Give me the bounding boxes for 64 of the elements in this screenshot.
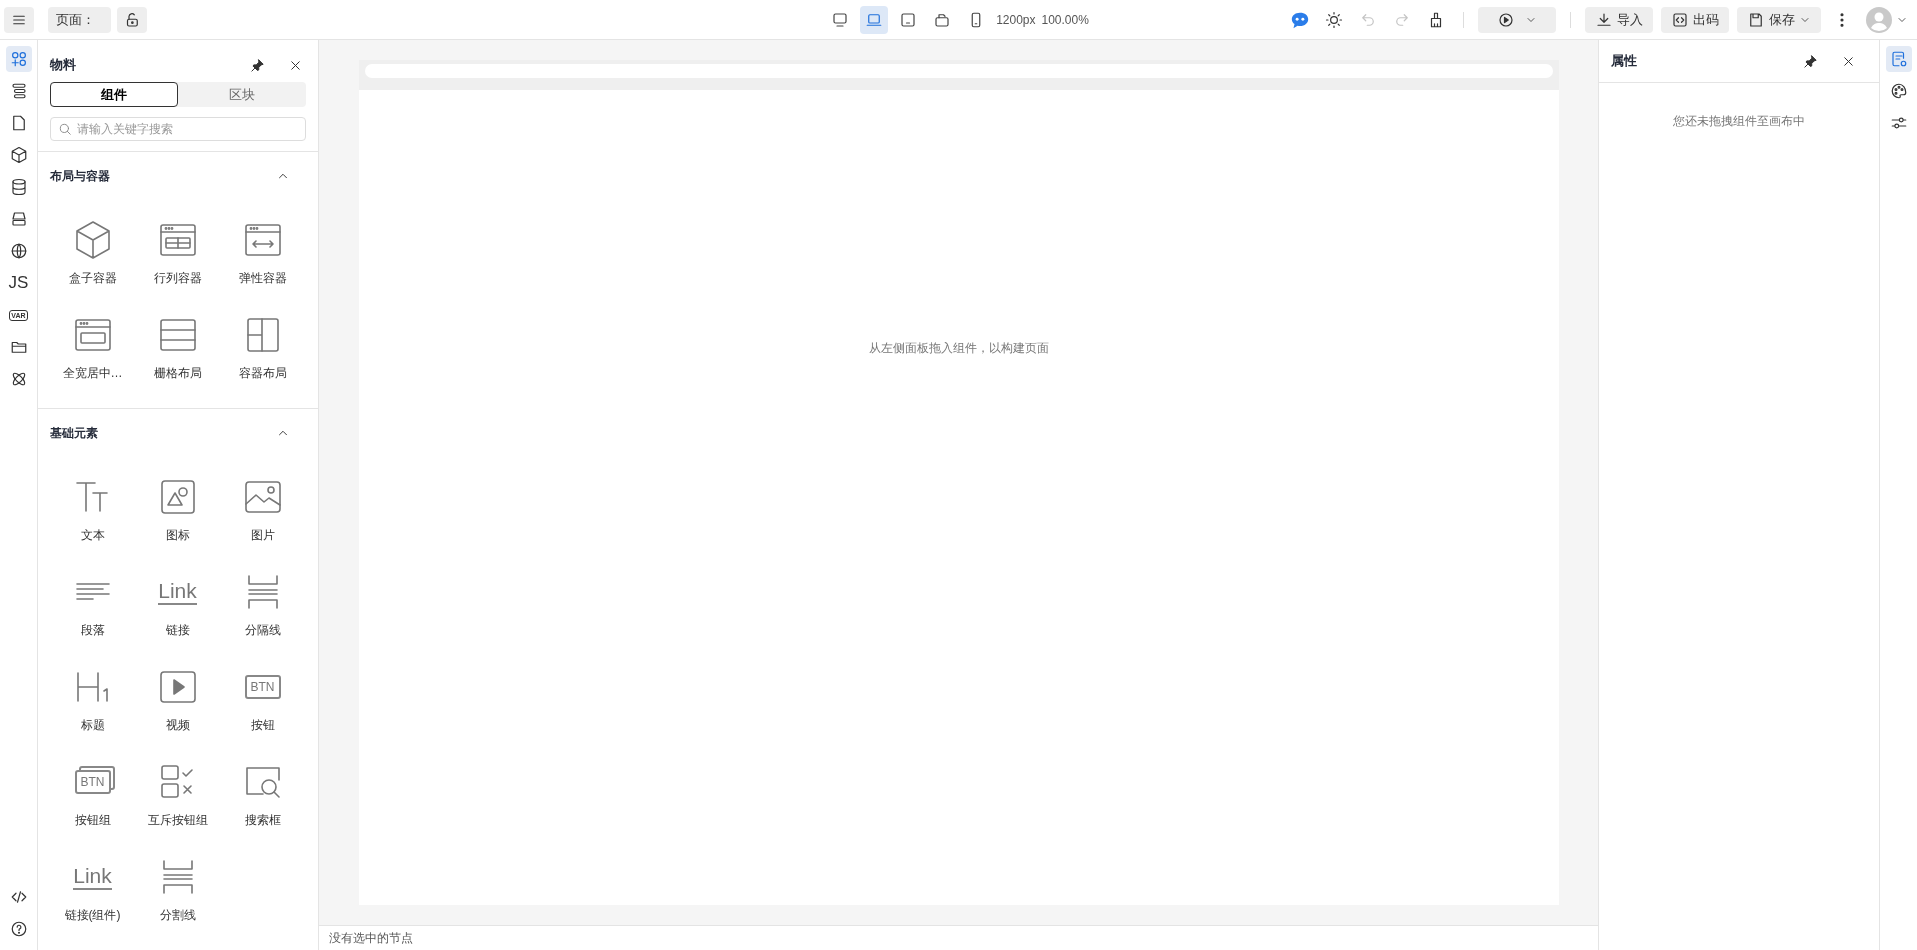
search-field[interactable]: 请输入关键字搜索 (50, 117, 306, 141)
empty-hint: 您还未拖拽组件至画布中 (1672, 113, 1806, 130)
chat-bot-icon (1290, 10, 1310, 29)
help-icon (9, 920, 28, 938)
palette-icon (1889, 82, 1908, 100)
component-item[interactable]: 分割线 (135, 851, 220, 928)
code-icon (9, 888, 28, 906)
components-icon (9, 50, 28, 68)
more-icon (1840, 10, 1844, 29)
component-item[interactable]: 文本 (50, 471, 135, 548)
component-item[interactable]: 弹性容器 (220, 214, 305, 291)
component-item[interactable]: 容器布局 (220, 309, 305, 386)
component-item[interactable]: 图标 (135, 471, 220, 548)
component-item[interactable]: BTN 按钮组 (50, 756, 135, 833)
component-item[interactable]: 全宽居中… (50, 309, 135, 386)
toolbar-button[interactable]: 导入 (1585, 6, 1653, 33)
component-item[interactable]: 分隔线 (220, 566, 305, 643)
status-text: 没有选中的节点 (329, 929, 413, 947)
page-selector[interactable]: 页面： (48, 6, 111, 33)
button-icon: BTN (244, 675, 281, 699)
section-title: 基础元素 (50, 424, 98, 442)
menu-button[interactable] (4, 6, 34, 33)
component-item[interactable]: 盒子容器 (50, 214, 135, 291)
avatar-icon (1866, 6, 1892, 33)
section-title: 布局与容器 (50, 167, 110, 185)
component-item[interactable]: 行列容器 (135, 214, 220, 291)
play-circle-icon (1497, 10, 1515, 29)
toolbar-button[interactable]: 出码 (1661, 6, 1729, 33)
canvas-hint: 从左侧面板拖入组件，以构建页面 (869, 340, 1049, 357)
component-item[interactable]: 图片 (220, 471, 305, 548)
database-icon (9, 178, 28, 196)
component-item[interactable]: 标题 (50, 661, 135, 738)
save-icon (1747, 10, 1765, 29)
component-item[interactable]: 栅格布局 (135, 309, 220, 386)
component-item[interactable]: 搜索框 (220, 756, 305, 833)
preview-button[interactable] (1478, 6, 1556, 33)
panel-title: 属性 (1611, 52, 1637, 70)
js-rail-item[interactable]: JS (5, 270, 32, 296)
panel-tab[interactable]: 组件 (50, 82, 178, 107)
zoom-level: 100.00% (1041, 12, 1089, 27)
lock-button[interactable] (117, 6, 147, 33)
pin-icon (249, 57, 265, 73)
globe-icon (9, 242, 28, 260)
code-file-icon (1671, 10, 1689, 29)
drive-icon (9, 210, 28, 228)
component-item[interactable]: Link 链接 (135, 566, 220, 643)
layers-icon (9, 82, 28, 100)
document-settings-icon (1889, 50, 1908, 68)
pin-icon (1802, 53, 1818, 69)
device-button[interactable] (860, 5, 889, 34)
component-item[interactable]: BTN 按钮 (220, 661, 305, 738)
monitor-icon (831, 10, 850, 29)
sun-icon (1325, 10, 1343, 29)
tablet-icon (899, 10, 918, 29)
canvas-width: 1200px (996, 12, 1036, 27)
cube-icon (9, 146, 28, 164)
toolbar-button[interactable]: 保存 (1737, 6, 1821, 33)
panel-title: 物料 (50, 56, 76, 74)
component-item[interactable]: Link 链接(组件) (50, 851, 135, 928)
panel-tab[interactable]: 区块 (178, 82, 306, 107)
component-item[interactable]: 段落 (50, 566, 135, 643)
component-item[interactable]: 互斥按钮组 (135, 756, 220, 833)
search-icon (58, 122, 72, 136)
component-item[interactable]: 视频 (135, 661, 220, 738)
